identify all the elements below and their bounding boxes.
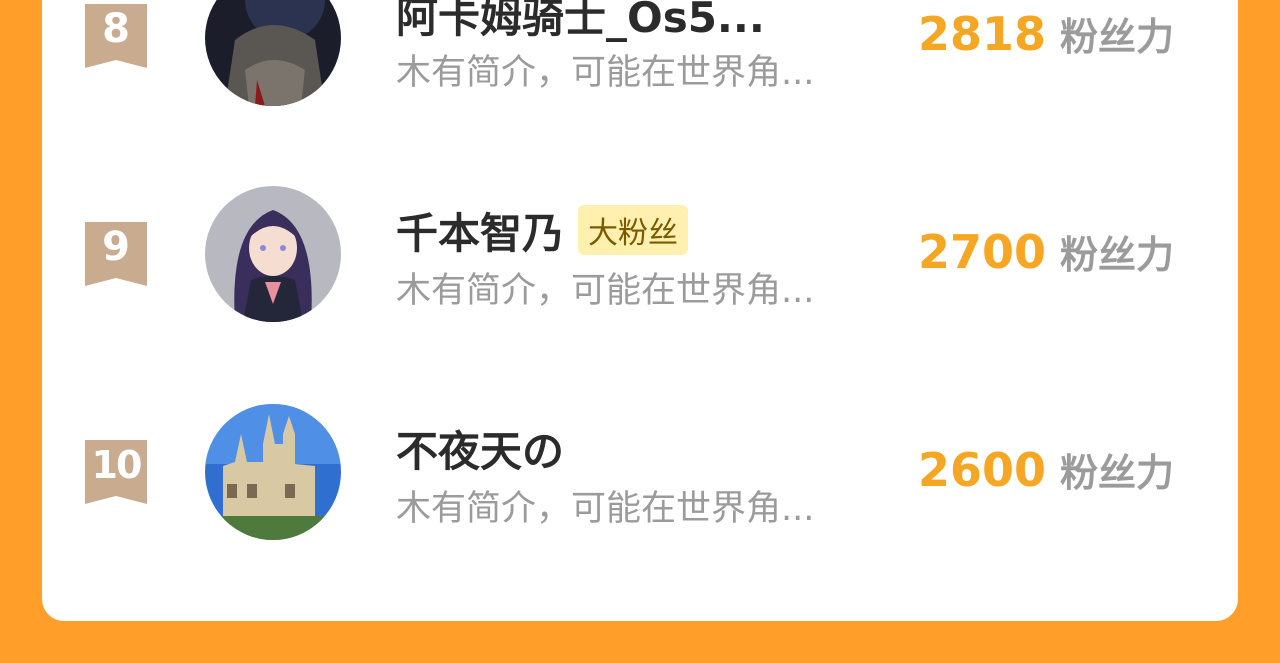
fan-score-unit: 粉丝力 (1060, 233, 1175, 277)
ranking-row[interactable]: 9 千本智乃 大粉丝 木有简介，可能在世界角... 2700 粉丝力 (0, 186, 1280, 326)
rank-number: 9 (102, 224, 130, 270)
fan-score: 2700 (918, 225, 1047, 279)
fan-score: 2818 (918, 7, 1047, 61)
rank-number: 10 (91, 443, 143, 487)
user-name[interactable]: 不夜天の (396, 418, 564, 479)
fan-score: 2600 (918, 443, 1047, 497)
user-name[interactable]: 千本智乃 (396, 200, 564, 261)
user-avatar[interactable] (205, 186, 341, 322)
fan-score-unit: 粉丝力 (1060, 15, 1175, 59)
fan-score-unit: 粉丝力 (1060, 451, 1175, 495)
user-name[interactable]: 阿卡姆骑士_Os5... (396, 0, 765, 45)
user-intro: 木有简介，可能在世界角... (396, 489, 815, 529)
ranking-row[interactable]: 10 不夜天の 木有简介，可能在世界角... 2600 粉丝力 (0, 404, 1280, 544)
user-avatar[interactable] (205, 0, 341, 106)
fan-level-badge: 大粉丝 (578, 205, 689, 255)
rank-ribbon-icon: 8 (85, 4, 147, 68)
rank-number: 8 (102, 6, 130, 52)
rank-ribbon-icon: 10 (85, 440, 147, 504)
user-avatar[interactable] (205, 404, 341, 540)
user-intro: 木有简介，可能在世界角... (396, 53, 815, 93)
user-intro: 木有简介，可能在世界角... (396, 271, 815, 311)
ranking-row[interactable]: 8 阿卡姆骑士_Os5... 木有简介，可能在世界角... 2818 粉丝力 (0, 0, 1280, 108)
rank-ribbon-icon: 9 (85, 222, 147, 286)
